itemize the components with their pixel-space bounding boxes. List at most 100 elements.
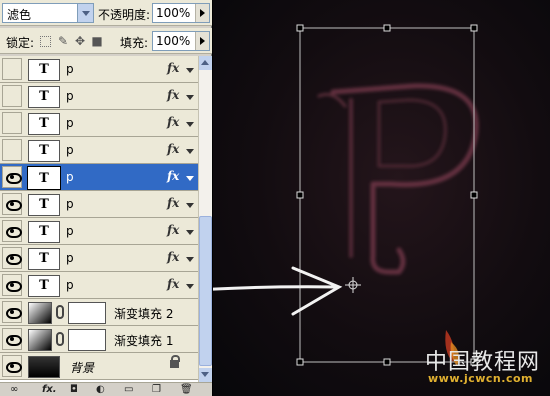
canvas-area[interactable]: 中国教程网 www.jcwcn.com — [213, 0, 550, 396]
fx-icon[interactable]: fx — [167, 142, 179, 156]
layers-bottom-bar: ∞ fx. ◘ ◐ ▭ ❐ 🗑 — [0, 382, 212, 396]
layer-name[interactable]: p — [66, 170, 74, 184]
eye-hidden-toggle[interactable] — [2, 112, 22, 134]
eye-icon[interactable] — [2, 247, 22, 269]
layer-row[interactable]: Tp fx — [0, 245, 198, 272]
eye-hidden-toggle[interactable] — [2, 58, 22, 80]
layer-row[interactable]: 渐变填充 1 — [0, 326, 198, 353]
expand-effects-arrow-icon[interactable] — [186, 122, 194, 127]
fill-input[interactable]: 100% — [152, 31, 210, 51]
transform-handle[interactable] — [383, 24, 391, 32]
blend-row: 滤色 不透明度: 100% — [0, 0, 212, 26]
transform-handle[interactable] — [383, 358, 391, 366]
eye-hidden-toggle[interactable] — [2, 85, 22, 107]
layer-row[interactable]: Tp fx — [0, 56, 198, 83]
layer-name[interactable]: 背景 — [70, 359, 94, 376]
layer-row[interactable]: Tp fx — [0, 164, 198, 191]
fx-icon[interactable]: fx — [167, 196, 179, 210]
opacity-label: 不透明度: — [98, 8, 151, 22]
glowing-letter-p — [317, 83, 479, 275]
layer-row[interactable]: 背景 — [0, 353, 198, 380]
adjustment-icon[interactable]: ◐ — [96, 384, 105, 395]
layer-name[interactable]: 渐变填充 2 — [114, 305, 173, 322]
layer-mask-thumbnail[interactable] — [68, 302, 106, 324]
layer-row[interactable]: Tp fx — [0, 191, 198, 218]
lock-brush-icon[interactable]: ✎ — [56, 34, 70, 48]
lock-row: 锁定: ✎ ✥ ■ 填充: 100% — [0, 28, 212, 54]
opacity-input[interactable]: 100% — [152, 3, 210, 23]
eye-hidden-toggle[interactable] — [2, 139, 22, 161]
expand-effects-arrow-icon[interactable] — [186, 176, 194, 181]
eye-icon[interactable] — [2, 193, 22, 215]
chevron-right-icon[interactable] — [195, 32, 209, 50]
folder-icon[interactable]: ▭ — [124, 384, 133, 395]
scroll-thumb[interactable] — [199, 216, 212, 366]
lock-transparent-icon[interactable] — [40, 36, 51, 47]
layer-mask-thumbnail[interactable] — [68, 329, 106, 351]
eye-icon[interactable] — [2, 328, 22, 350]
link-icon[interactable]: ∞ — [10, 384, 18, 395]
link-chain-icon[interactable] — [56, 305, 64, 319]
transform-handle[interactable] — [296, 358, 304, 366]
layer-row[interactable]: Tp fx — [0, 218, 198, 245]
expand-effects-arrow-icon[interactable] — [186, 68, 194, 73]
reference-point-icon[interactable] — [345, 277, 361, 293]
eye-icon[interactable] — [2, 166, 22, 188]
link-chain-icon[interactable] — [56, 332, 64, 346]
fx-icon[interactable]: fx — [167, 88, 179, 102]
fx-icon[interactable]: fx — [167, 223, 179, 237]
text-layer-thumbnail-icon: T — [28, 275, 60, 297]
transform-handle[interactable] — [470, 24, 478, 32]
eye-icon[interactable] — [2, 301, 22, 323]
chevron-right-icon[interactable] — [195, 4, 209, 22]
fx-icon[interactable]: fx — [167, 169, 179, 183]
layer-name[interactable]: p — [66, 116, 74, 130]
layer-name[interactable]: p — [66, 62, 74, 76]
text-layer-thumbnail-icon: T — [27, 166, 61, 190]
blend-mode-select[interactable]: 滤色 — [2, 3, 94, 23]
expand-effects-arrow-icon[interactable] — [186, 203, 194, 208]
lock-move-icon[interactable]: ✥ — [73, 34, 87, 48]
eye-icon[interactable] — [2, 274, 22, 296]
expand-effects-arrow-icon[interactable] — [186, 95, 194, 100]
fx-icon[interactable]: fx — [167, 61, 179, 75]
lock-all-icon[interactable]: ■ — [90, 34, 104, 48]
trash-icon[interactable]: 🗑 — [180, 384, 193, 395]
layer-name[interactable]: p — [66, 197, 74, 211]
layer-row[interactable]: Tp fx — [0, 110, 198, 137]
transform-handle[interactable] — [296, 24, 304, 32]
layer-row[interactable]: 渐变填充 2 — [0, 299, 198, 326]
gradient-thumbnail-icon — [28, 329, 52, 351]
fx-icon[interactable]: fx — [167, 115, 179, 129]
background-thumbnail-icon — [28, 356, 60, 378]
canvas-artwork — [213, 24, 479, 366]
layer-name[interactable]: p — [66, 224, 74, 238]
layer-row[interactable]: Tp fx — [0, 137, 198, 164]
layer-row[interactable]: Tp fx — [0, 272, 198, 299]
layer-name[interactable]: p — [66, 278, 74, 292]
layer-name[interactable]: 渐变填充 1 — [114, 332, 173, 349]
new-layer-icon[interactable]: ❐ — [152, 384, 161, 395]
fx-icon[interactable]: fx. — [42, 384, 57, 395]
expand-effects-arrow-icon[interactable] — [186, 257, 194, 262]
layer-name[interactable]: p — [66, 251, 74, 265]
blend-mode-value: 滤色 — [7, 8, 32, 22]
scroll-down-arrow-icon[interactable] — [199, 368, 212, 382]
chevron-down-icon[interactable] — [77, 4, 93, 22]
eye-icon[interactable] — [2, 220, 22, 242]
expand-effects-arrow-icon[interactable] — [186, 284, 194, 289]
transform-handle[interactable] — [470, 191, 478, 199]
expand-effects-arrow-icon[interactable] — [186, 230, 194, 235]
transform-bounding-box[interactable] — [296, 24, 478, 366]
scroll-up-arrow-icon[interactable] — [199, 56, 212, 70]
layer-list-scrollbar[interactable] — [198, 56, 212, 382]
eye-icon[interactable] — [2, 355, 22, 377]
mask-icon[interactable]: ◘ — [70, 384, 78, 395]
layer-name[interactable]: p — [66, 143, 74, 157]
transform-handle[interactable] — [296, 191, 304, 199]
expand-effects-arrow-icon[interactable] — [186, 149, 194, 154]
layer-name[interactable]: p — [66, 89, 74, 103]
fx-icon[interactable]: fx — [167, 250, 179, 264]
layer-row[interactable]: Tp fx — [0, 83, 198, 110]
fx-icon[interactable]: fx — [167, 277, 179, 291]
